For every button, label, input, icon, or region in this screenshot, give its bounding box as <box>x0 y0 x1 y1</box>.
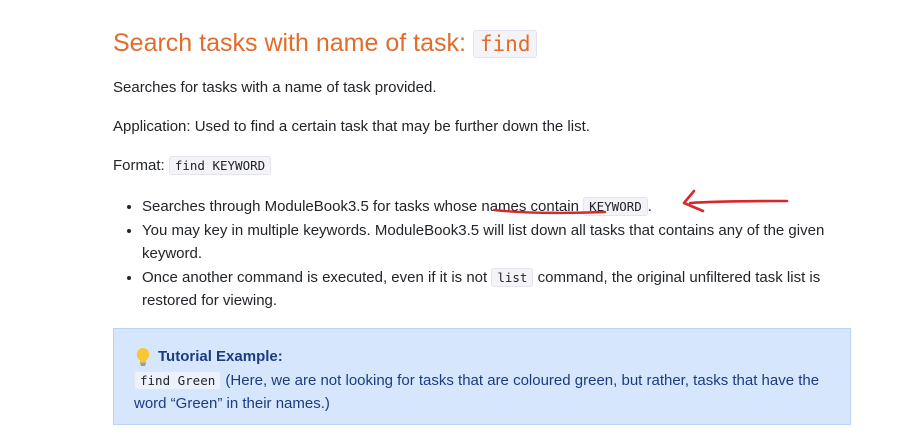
section-heading-text: Search tasks with name of task: <box>113 29 473 57</box>
tutorial-title: Tutorial Example: <box>158 348 283 365</box>
format-line: Format: find KEYWORD <box>113 156 272 176</box>
format-label: Format: <box>113 157 169 174</box>
section-heading-code: find <box>472 30 538 58</box>
keyword-code: KEYWORD <box>583 197 648 216</box>
usage-notes-list: Searches through ModuleBook3.5 for tasks… <box>113 195 858 313</box>
tutorial-title-line: Tutorial Example: <box>134 345 830 369</box>
tutorial-code: find Green <box>134 370 222 390</box>
list-item-text: Searches through ModuleBook3.5 for tasks… <box>142 198 584 215</box>
tutorial-callout: Tutorial Example: find Green (Here, we a… <box>113 328 851 425</box>
format-code: find KEYWORD <box>168 156 272 175</box>
tutorial-body: find Green (Here, we are not looking for… <box>134 369 830 416</box>
list-command-code: list <box>491 267 534 287</box>
list-item: You may key in multiple keywords. Module… <box>142 219 858 266</box>
tutorial-text: (Here, we are not looking for tasks that… <box>134 371 820 413</box>
section-heading: Search tasks with name of task: find <box>113 27 538 60</box>
list-item-end: . <box>647 198 652 215</box>
list-item-text: You may key in multiple keywords. Module… <box>142 221 825 263</box>
lightbulb-icon <box>134 347 152 367</box>
list-item: Once another command is executed, even i… <box>142 266 858 313</box>
list-item: Searches through ModuleBook3.5 for tasks… <box>142 195 858 219</box>
list-item-text: Once another command is executed, even i… <box>142 268 492 286</box>
section-description: Searches for tasks with a name of task p… <box>113 79 437 96</box>
application-text: Application: Used to find a certain task… <box>113 118 590 135</box>
